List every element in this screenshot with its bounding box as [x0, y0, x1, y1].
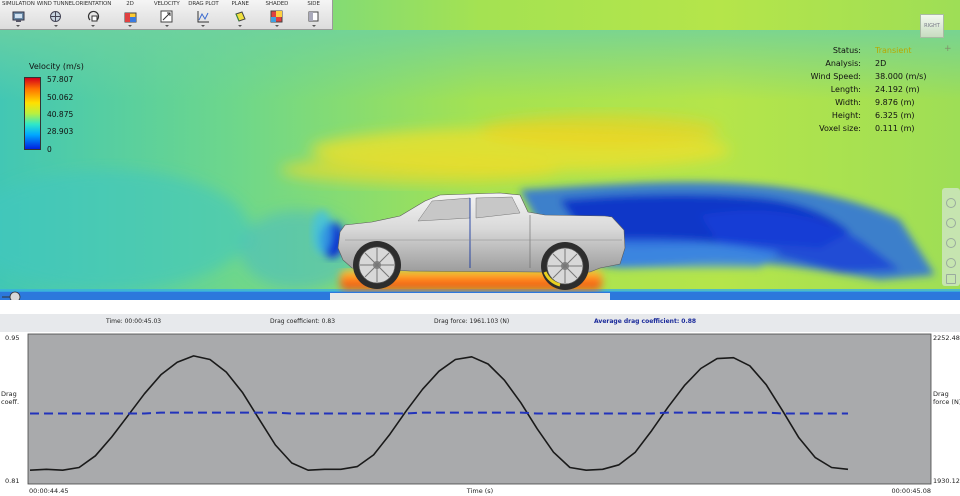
voxel-size-value: 0.111 (m): [875, 124, 915, 133]
chevron-down-icon: [16, 25, 21, 27]
toolbar-label: WIND TUNNEL: [36, 1, 75, 7]
chevron-down-icon: [311, 25, 316, 27]
analysis-label: Analysis:: [825, 59, 861, 68]
drag-plot-panel[interactable]: 0.95 0.81 2252.487 1930.121 Dragcoeff. D…: [0, 332, 960, 496]
toolbar-drag-plot[interactable]: DRAG PLOT: [185, 0, 222, 29]
chevron-down-icon: [91, 25, 96, 27]
length-label: Length:: [830, 85, 861, 94]
toolbar-label: SIMULATION: [1, 1, 35, 7]
y-right-bottom-tick: 1930.121: [933, 477, 960, 485]
status-label: Status:: [832, 46, 861, 55]
drag-force-readout: Drag force: 1961.103 (N): [434, 318, 510, 325]
average-drag-readout: Average drag coefficient: 0.88: [594, 318, 697, 325]
height-value: 6.325 (m): [875, 111, 915, 120]
toolbar-label: 2D: [126, 1, 134, 7]
velocity-colorbar: [24, 77, 41, 150]
velocity-icon: [160, 10, 173, 23]
legend-tick: 50.062: [47, 93, 74, 102]
main-toolbar: SIMULATION WIND TUNNEL ORIENTATION 2D VE…: [0, 0, 333, 30]
drag-coefficient-readout: Drag coefficient: 0.83: [270, 318, 336, 325]
toolbar-label: DRAG PLOT: [188, 1, 219, 7]
wind-speed-label: Wind Speed:: [810, 72, 861, 81]
drag-plot-icon: [197, 11, 209, 23]
y-left-top-tick: 0.95: [5, 334, 19, 342]
length-value: 24.192 (m): [875, 85, 920, 94]
shaded-icon: [270, 10, 283, 23]
y-left-bottom-tick: 0.81: [5, 477, 19, 485]
settings-icon[interactable]: [946, 274, 956, 284]
simulation-viewport[interactable]: Velocity (m/s) 57.807 50.062 40.875 28.9…: [0, 0, 960, 300]
legend-tick: 57.807: [47, 75, 74, 84]
x-start-tick: 00:00:44.45: [29, 487, 69, 495]
toolbar-plane[interactable]: PLANE: [222, 0, 259, 29]
toolbar-label: ORIENTATION: [75, 1, 112, 7]
chevron-down-icon: [53, 25, 58, 27]
navigation-toolbar: [942, 188, 960, 286]
fit-view-icon[interactable]: [946, 258, 956, 268]
chevron-down-icon: [274, 25, 279, 27]
y-right-top-tick: 2252.487: [933, 334, 960, 342]
x-end-tick: 00:00:45.08: [891, 487, 931, 495]
toolbar-velocity[interactable]: VELOCITY: [148, 0, 185, 29]
width-value: 9.876 (m): [875, 98, 915, 107]
toolbar-simulation[interactable]: SIMULATION: [0, 0, 37, 29]
toolbar-2d[interactable]: 2D: [112, 0, 149, 29]
plane-icon: [234, 11, 246, 22]
simulation-icon: [12, 11, 25, 22]
pan-hand-icon[interactable]: [946, 218, 956, 228]
toolbar-wind-tunnel[interactable]: WIND TUNNEL: [37, 0, 75, 29]
height-label: Height:: [831, 111, 861, 120]
wind-tunnel-icon: [50, 11, 62, 22]
legend-title: Velocity (m/s): [29, 62, 84, 71]
toolbar-shaded[interactable]: SHADED: [259, 0, 296, 29]
status-value: Transient: [875, 46, 912, 55]
legend-tick: 40.875: [47, 110, 74, 119]
chevron-down-icon: [164, 25, 169, 27]
side-view-icon: [308, 11, 319, 22]
legend-tick: 0: [47, 145, 52, 154]
2d-view-icon: [124, 12, 137, 23]
y-right-label: Drag force (N): [933, 390, 960, 406]
x-axis-label: Time (s): [466, 487, 493, 495]
chevron-down-icon: [201, 25, 206, 27]
toolbar-label: SHADED: [265, 1, 289, 7]
orbit-icon[interactable]: [946, 198, 956, 208]
velocity-field: [0, 0, 960, 300]
y-left-label: Drag coeff.: [1, 390, 19, 406]
analysis-value: 2D: [875, 59, 887, 68]
orientation-icon: [87, 10, 99, 22]
toolbar-orientation[interactable]: ORIENTATION: [75, 0, 112, 29]
voxel-size-label: Voxel size:: [819, 124, 861, 133]
chevron-down-icon: [238, 25, 243, 27]
chevron-down-icon: [128, 25, 133, 27]
view-cube[interactable]: RIGHT: [920, 14, 944, 38]
toolbar-label: PLANE: [231, 1, 249, 7]
time-readout: Time: 00:00:45.03: [106, 318, 162, 325]
toolbar-label: SIDE: [307, 1, 320, 7]
toolbar-side[interactable]: SIDE: [295, 0, 332, 29]
plot-area: [27, 333, 932, 485]
zoom-icon[interactable]: [946, 238, 956, 248]
legend-tick: 28.903: [47, 127, 74, 136]
drag-chart: 0.95 0.81 2252.487 1930.121 Dragcoeff. D…: [1, 333, 960, 495]
toolbar-label: VELOCITY: [153, 1, 180, 7]
expand-icon[interactable]: +: [944, 44, 952, 54]
wind-speed-value: 38.000 (m/s): [875, 72, 927, 81]
aero-simulation-app: Velocity (m/s) 57.807 50.062 40.875 28.9…: [0, 0, 960, 496]
width-label: Width:: [835, 98, 861, 107]
